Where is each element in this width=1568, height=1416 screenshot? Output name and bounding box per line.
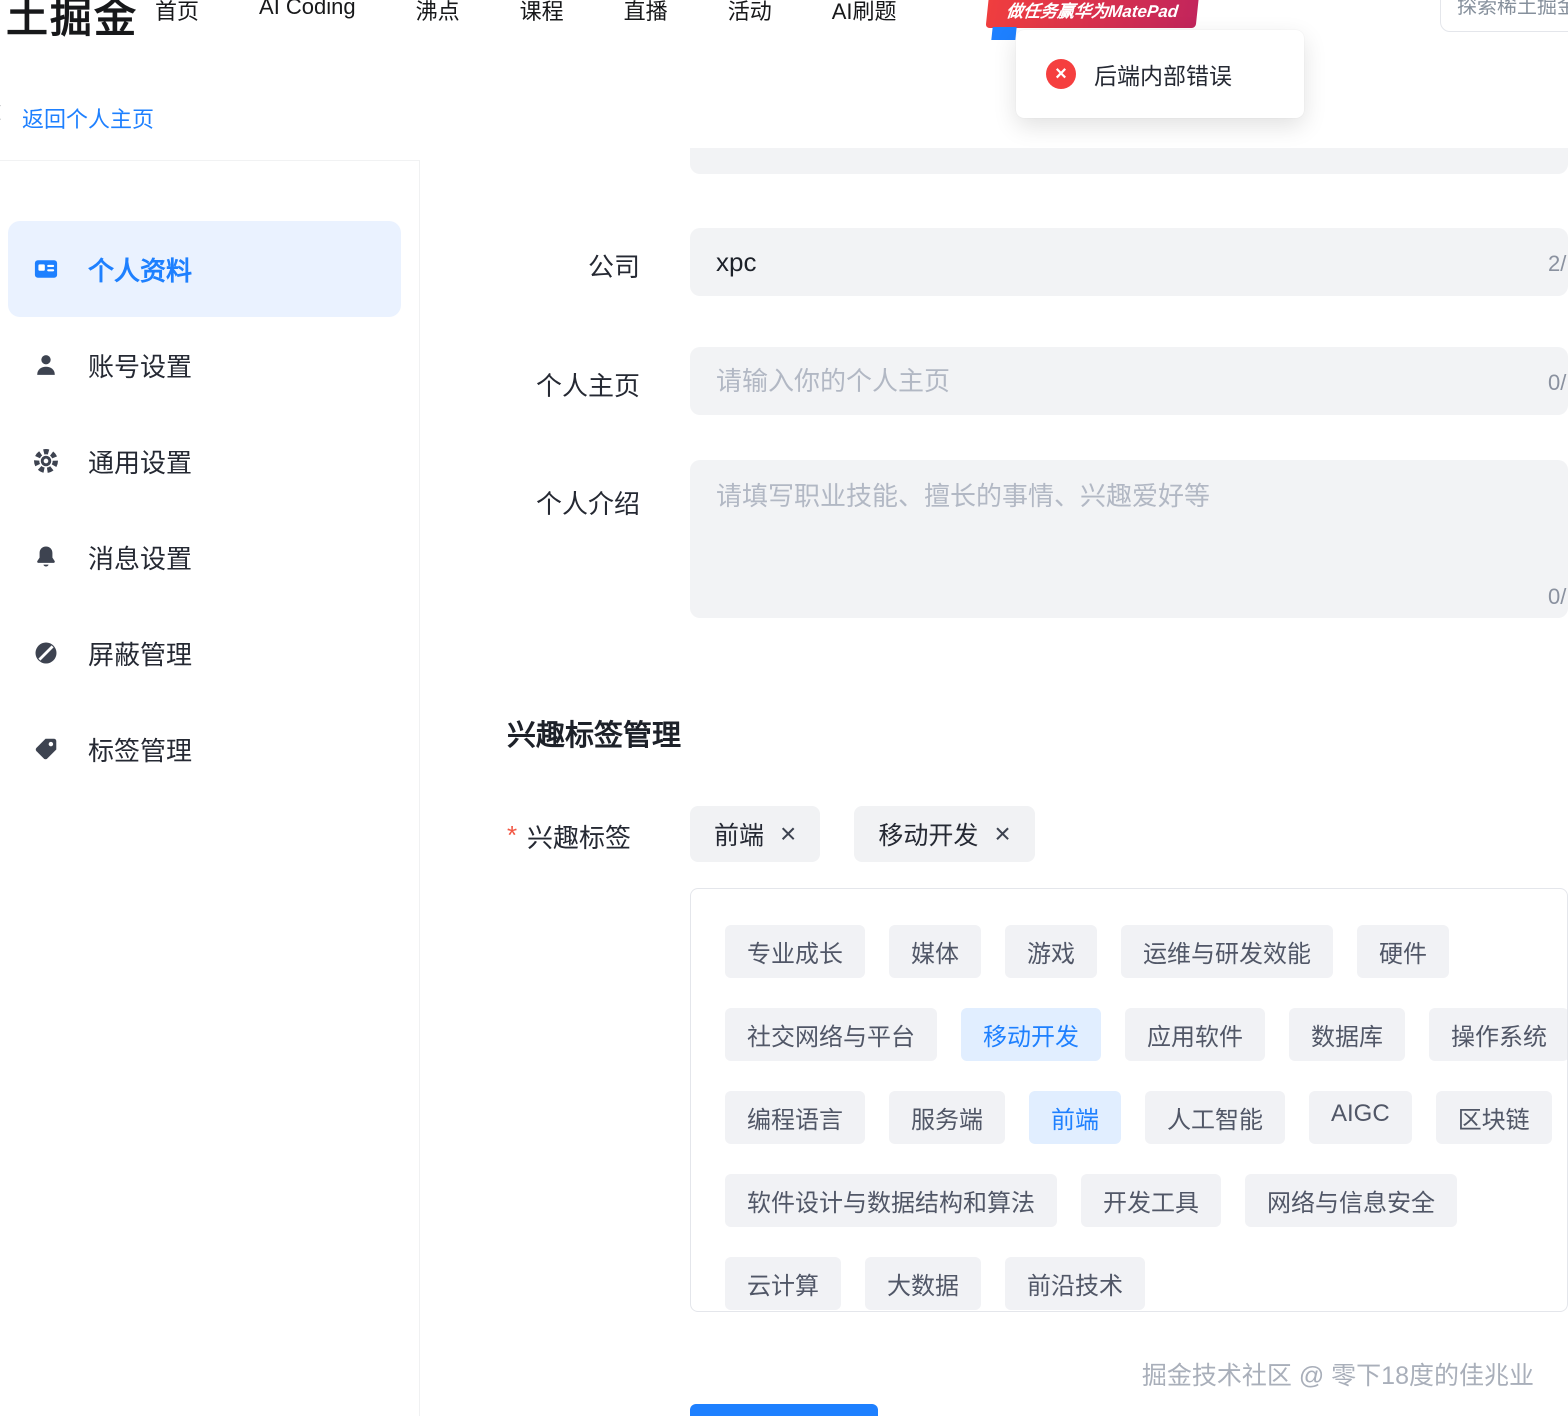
community-watermark: 掘金技术社区 @ 零下18度的佳兆业 <box>1141 1362 1534 1390</box>
homepage-field[interactable] <box>690 347 1568 415</box>
tag-icon <box>32 735 60 763</box>
sidebar-item-profile[interactable]: 个人资料 <box>8 221 401 317</box>
tag-option[interactable]: 编程语言 <box>725 1091 865 1144</box>
sidebar-item-block-management[interactable]: 屏蔽管理 <box>8 605 401 701</box>
tag-row: 专业成长 媒体 游戏 运维与研发效能 硬件 <box>725 925 1567 978</box>
selected-tag[interactable]: 移动开发 × <box>854 806 1035 862</box>
tag-option[interactable]: 人工智能 <box>1145 1091 1285 1144</box>
id-card-icon <box>32 255 60 283</box>
tag-row: 编程语言 服务端 前端 人工智能 AIGC 区块链 <box>725 1091 1567 1144</box>
selected-tag[interactable]: 前端 × <box>690 806 821 862</box>
remove-tag-icon[interactable]: × <box>780 820 796 848</box>
block-icon <box>32 639 60 667</box>
promo-banner[interactable]: 做任务赢华为MatePad <box>985 0 1201 28</box>
selected-tags: 前端 × 移动开发 × <box>690 806 1035 862</box>
required-mark: * <box>507 820 518 850</box>
search-input[interactable] <box>1440 0 1568 32</box>
interest-section-title: 兴趣标签管理 <box>507 720 682 752</box>
intro-field[interactable] <box>690 460 1568 618</box>
tag-option[interactable]: 区块链 <box>1435 1091 1552 1144</box>
sidebar-item-label: 屏蔽管理 <box>88 639 193 670</box>
nav-item-ai-coding[interactable]: AI Coding <box>259 0 356 26</box>
tag-option-selected[interactable]: 移动开发 <box>961 1008 1101 1061</box>
selected-tag-label: 移动开发 <box>878 822 979 850</box>
settings-page: 土掘金 首页 AI Coding 沸点 课程 直播 活动 AI刷题 做任务赢华为… <box>0 0 1568 1416</box>
sidebar-item-label: 账号设置 <box>88 351 193 382</box>
intro-label: 个人介绍 <box>535 489 640 519</box>
interest-field-label: 兴趣标签 <box>527 823 632 853</box>
juejin-logo[interactable]: 土掘金 <box>6 0 138 45</box>
sidebar-item-label: 标签管理 <box>88 735 193 766</box>
tag-option[interactable]: 媒体 <box>889 925 981 978</box>
tag-option[interactable]: 数据库 <box>1289 1008 1405 1061</box>
partial-previous-field <box>690 148 1568 174</box>
tag-options-panel: 专业成长 媒体 游戏 运维与研发效能 硬件 社交网络与平台 移动开发 应用软件 … <box>690 888 1568 1312</box>
gear-icon <box>32 447 60 475</box>
tag-option[interactable]: 服务端 <box>889 1091 1005 1144</box>
bell-icon <box>32 543 60 571</box>
save-button[interactable] <box>690 1404 878 1416</box>
nav-item-events[interactable]: 活动 <box>728 0 772 26</box>
nav-item-courses[interactable]: 课程 <box>520 0 564 26</box>
tag-option[interactable]: 大数据 <box>865 1257 981 1310</box>
nav-item-live[interactable]: 直播 <box>624 0 668 26</box>
settings-sidebar: 个人资料 账号设置 通用设置 消息设置 屏蔽管理 标签管理 <box>0 160 420 1416</box>
sidebar-item-label: 通用设置 <box>88 447 193 478</box>
tag-option[interactable]: AIGC <box>1309 1091 1412 1144</box>
remove-tag-icon[interactable]: × <box>994 820 1010 848</box>
tag-option[interactable]: 硬件 <box>1357 925 1449 978</box>
tag-option[interactable]: 运维与研发效能 <box>1121 925 1333 978</box>
error-icon: × <box>1046 59 1076 89</box>
tag-option[interactable]: 软件设计与数据结构和算法 <box>725 1174 1057 1227</box>
tag-option[interactable]: 前沿技术 <box>1005 1257 1145 1310</box>
tag-row: 云计算 大数据 前沿技术 <box>725 1257 1567 1310</box>
sidebar-item-tag-management[interactable]: 标签管理 <box>8 701 401 797</box>
tag-option[interactable]: 应用软件 <box>1125 1008 1265 1061</box>
nav-item-home[interactable]: 首页 <box>155 0 199 26</box>
tag-option[interactable]: 游戏 <box>1005 925 1097 978</box>
tag-option[interactable]: 社交网络与平台 <box>725 1008 937 1061</box>
company-char-count: 2/ <box>1548 251 1567 276</box>
tag-option[interactable]: 专业成长 <box>725 925 865 978</box>
tag-row: 软件设计与数据结构和算法 开发工具 网络与信息安全 <box>725 1174 1567 1227</box>
tag-option-selected[interactable]: 前端 <box>1029 1091 1121 1144</box>
company-field[interactable] <box>690 228 1568 296</box>
tag-option[interactable]: 云计算 <box>725 1257 841 1310</box>
promo-banner-accent <box>991 27 1017 40</box>
nav-item-ai-quiz[interactable]: AI刷题 <box>832 0 897 26</box>
tag-option[interactable]: 操作系统 <box>1429 1008 1567 1061</box>
homepage-label: 个人主页 <box>535 371 640 401</box>
sidebar-item-label: 消息设置 <box>88 543 193 574</box>
top-nav: 首页 AI Coding 沸点 课程 直播 活动 AI刷题 <box>155 0 897 26</box>
back-to-profile-link[interactable]: 返回个人主页 <box>22 102 154 134</box>
error-toast-message: 后端内部错误 <box>1094 63 1232 89</box>
sidebar-item-label: 个人资料 <box>88 255 193 286</box>
tag-row: 社交网络与平台 移动开发 应用软件 数据库 操作系统 <box>725 1008 1567 1061</box>
nav-item-pins[interactable]: 沸点 <box>416 0 460 26</box>
user-icon <box>32 351 60 379</box>
sidebar-item-account[interactable]: 账号设置 <box>8 317 401 413</box>
tag-option[interactable]: 网络与信息安全 <box>1245 1174 1457 1227</box>
selected-tag-label: 前端 <box>714 822 765 850</box>
sidebar-item-notifications[interactable]: 消息设置 <box>8 509 401 605</box>
intro-char-count: 0/ <box>1548 584 1567 609</box>
sidebar-item-general[interactable]: 通用设置 <box>8 413 401 509</box>
company-label: 公司 <box>587 252 640 282</box>
homepage-char-count: 0/ <box>1548 370 1567 395</box>
chevron-left-icon[interactable]: ‹ <box>0 92 2 128</box>
tag-option[interactable]: 开发工具 <box>1081 1174 1221 1227</box>
error-toast: × 后端内部错误 <box>1016 30 1304 118</box>
